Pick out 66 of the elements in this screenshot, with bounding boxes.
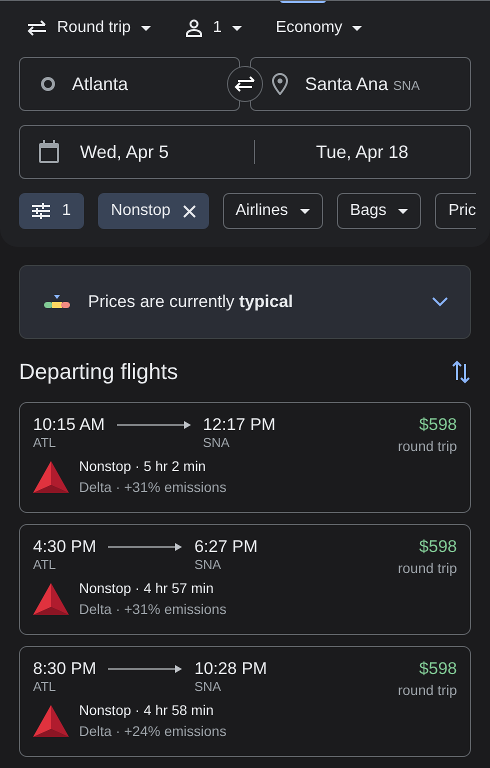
airport-code: SNA (194, 557, 222, 572)
depart-time: 8:30 PM (33, 659, 96, 679)
filter-chip[interactable]: Airlines (222, 193, 323, 229)
price-insight-text: Prices are currently typical (88, 292, 294, 312)
close-icon (182, 204, 196, 218)
sort-arrows-icon (451, 360, 471, 384)
caret-icon (352, 26, 362, 30)
airport-code: SNA (202, 435, 231, 450)
arrow-icon (116, 421, 191, 429)
price-range-icon (44, 295, 70, 309)
stops-duration: Nonstop · 4 hr 58 min (79, 702, 215, 718)
triangle-logo-icon (33, 460, 69, 492)
sliders-icon (32, 203, 50, 219)
trip-option-dropdown[interactable]: Economy (276, 19, 362, 37)
arrow-icon (108, 665, 182, 673)
swap-arrows-icon (234, 76, 256, 92)
airport-code: ATL (33, 435, 57, 450)
price: $598 (419, 415, 457, 435)
arrive-time: 6:27 PM (194, 537, 258, 557)
caret-icon (232, 26, 242, 30)
depart-time: 10:15 AM (33, 415, 105, 435)
filter-chip[interactable]: Nonstop (98, 193, 208, 229)
price: $598 (419, 659, 457, 679)
flight-card[interactable]: 4:30 PM 6:27 PM ATL SNA Nonstop · 4 hr 57 min Delta · +31% emissions $598 round trip (19, 524, 471, 635)
arrow-icon (108, 543, 182, 551)
calendar-icon (38, 140, 60, 164)
date-field[interactable]: Wed, Apr 5 Tue, Apr 18 (19, 125, 471, 179)
price-note: round trip (398, 438, 457, 454)
price-insight-card[interactable]: Prices are currently typical (19, 265, 471, 339)
price: $598 (419, 537, 457, 557)
caret-icon (140, 26, 151, 30)
airport-code: SNA (194, 679, 222, 694)
airport-code: ATL (33, 557, 57, 572)
caret-icon (300, 208, 310, 214)
airline-emissions: Delta · +31% emissions (79, 479, 226, 495)
airline-emissions: Delta · +31% emissions (79, 601, 226, 617)
filter-chip[interactable]: Bags (336, 193, 422, 229)
airline-emissions: Delta · +24% emissions (79, 723, 226, 739)
price-note: round trip (398, 682, 457, 698)
price-note: round trip (398, 560, 457, 576)
arrive-time: 10:28 PM (194, 659, 268, 679)
section-title: Departing flights (19, 359, 178, 385)
triangle-logo-icon (33, 704, 69, 736)
stops-duration: Nonstop · 4 hr 57 min (79, 580, 215, 596)
depart-time: 4:30 PM (33, 537, 96, 557)
swap-button[interactable] (227, 66, 263, 102)
depart-date: Wed, Apr 5 (80, 142, 169, 162)
destination-field[interactable]: Santa Ana SNA (250, 57, 471, 111)
swap-arrows-icon (27, 20, 47, 36)
circle-icon (40, 76, 56, 92)
arrive-time: 12:17 PM (202, 415, 276, 435)
caret-icon (398, 208, 408, 214)
trip-option-dropdown[interactable]: 1 (184, 19, 242, 37)
filters-button[interactable]: 1 (19, 193, 84, 229)
flight-card[interactable]: 8:30 PM 10:28 PM ATL SNA Nonstop · 4 hr 58 min Delta · +24% emissions $598 round trip (19, 646, 471, 757)
stops-duration: Nonstop · 5 hr 2 min (79, 458, 207, 474)
flight-card[interactable]: 10:15 AM 12:17 PM ATL SNA Nonstop · 5 hr 2 min Delta · +31% emissions $598 round trip (19, 402, 471, 513)
sort-button[interactable] (451, 360, 471, 384)
airport-code: ATL (33, 679, 57, 694)
origin-field[interactable]: Atlanta (19, 57, 240, 111)
triangle-logo-icon (33, 582, 69, 614)
filter-chip[interactable]: Pric (435, 193, 476, 229)
return-date: Tue, Apr 18 (316, 142, 408, 162)
location-pin-icon (271, 73, 289, 95)
trip-option-dropdown[interactable]: Round trip (27, 19, 151, 37)
person-icon (184, 19, 203, 37)
